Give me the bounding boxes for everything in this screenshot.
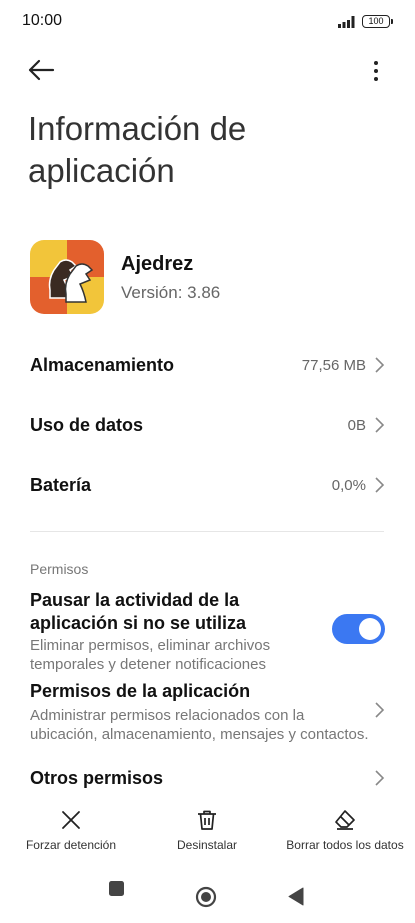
- other-permissions-title: Otros permisos: [30, 768, 164, 788]
- other-permissions-row[interactable]: Otros permisos: [0, 762, 415, 796]
- clear-data-button[interactable]: Borrar todos los datos: [280, 808, 410, 852]
- data-usage-label: Uso de datos: [30, 415, 144, 435]
- uninstall-button[interactable]: Desinstalar: [142, 808, 272, 852]
- pause-activity-title: Pausar la actividad de la aplicación si …: [30, 590, 247, 633]
- toggle-knob: [359, 618, 381, 640]
- eraser-icon: [335, 810, 355, 830]
- app-permissions-row[interactable]: Permisos de la aplicación Administrar pe…: [0, 678, 415, 746]
- chevron-right-icon: [375, 357, 385, 373]
- battery-value: 0,0%: [331, 477, 366, 494]
- permissions-section-label: Permisos: [30, 561, 89, 577]
- battery-level: 100: [368, 16, 384, 26]
- app-version: Versión: 3.86: [121, 283, 221, 302]
- signal-icon: [338, 16, 355, 28]
- storage-value: 77,56 MB: [301, 357, 366, 374]
- uninstall-label: Desinstalar: [176, 838, 238, 852]
- force-stop-button[interactable]: Forzar detención: [6, 808, 136, 852]
- triangle-back-icon[interactable]: [288, 887, 304, 906]
- chevron-right-icon: [375, 770, 385, 786]
- divider: [30, 531, 384, 532]
- pause-activity-toggle[interactable]: [332, 614, 385, 644]
- app-permissions-subtitle: Administrar permisos relacionados con la…: [30, 707, 369, 743]
- circle-icon[interactable]: [195, 886, 217, 908]
- app-name: Ajedrez: [121, 253, 194, 275]
- square-icon[interactable]: [108, 880, 125, 897]
- data-usage-row[interactable]: Uso de datos 0B: [0, 405, 415, 445]
- battery-row[interactable]: Batería 0,0%: [0, 465, 415, 505]
- pause-activity-subtitle: Eliminar permisos, eliminar archivos tem…: [30, 637, 271, 673]
- storage-row[interactable]: Almacenamiento 77,56 MB: [0, 345, 415, 385]
- chevron-right-icon: [375, 702, 385, 718]
- more-vertical-icon[interactable]: [366, 58, 386, 84]
- storage-label: Almacenamiento: [30, 355, 175, 375]
- chevron-right-icon: [375, 417, 385, 433]
- battery-icon: 100: [362, 15, 393, 28]
- chess-app-icon: [30, 240, 104, 314]
- trash-icon: [198, 810, 216, 830]
- page-title: Información de aplicación: [28, 110, 247, 189]
- close-icon: [62, 811, 80, 829]
- data-usage-value: 0B: [347, 417, 366, 434]
- app-permissions-title: Permisos de la aplicación: [30, 681, 251, 701]
- status-time: 10:00: [22, 12, 63, 29]
- clear-data-label: Borrar todos los datos: [286, 838, 404, 852]
- battery-label: Batería: [30, 475, 92, 495]
- chevron-right-icon: [375, 477, 385, 493]
- arrow-left-icon[interactable]: [26, 57, 56, 83]
- force-stop-label: Forzar detención: [25, 838, 117, 852]
